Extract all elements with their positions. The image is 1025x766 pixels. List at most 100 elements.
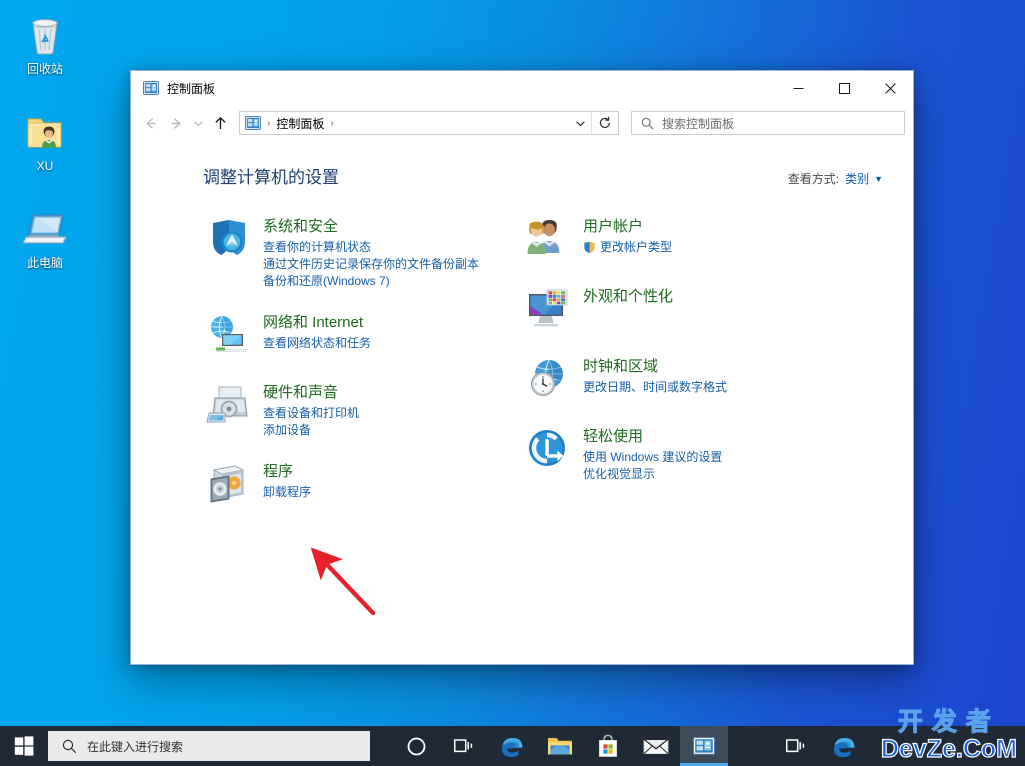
windows-start-icon bbox=[14, 736, 34, 756]
taskbar-search-box[interactable]: 在此键入进行搜索 bbox=[48, 731, 370, 761]
category-title[interactable]: 用户帐户 bbox=[583, 217, 672, 236]
appearance-personalization-icon bbox=[523, 286, 571, 334]
category-appearance-personalization: 外观和个性化 bbox=[523, 286, 843, 334]
desktop-icon-recycle-bin[interactable]: 回收站 bbox=[6, 8, 84, 77]
programs-cd-box-icon bbox=[203, 461, 251, 509]
category-body: 硬件和声音 查看设备和打印机 添加设备 bbox=[263, 382, 359, 439]
category-link[interactable]: 添加设备 bbox=[263, 422, 359, 439]
category-body: 时钟和区域 更改日期、时间或数字格式 bbox=[583, 356, 727, 404]
forward-button[interactable] bbox=[163, 110, 189, 136]
navigation-toolbar: › 控制面板 › 搜索控制面板 bbox=[131, 105, 913, 141]
category-link[interactable]: 查看设备和打印机 bbox=[263, 405, 359, 422]
search-box[interactable]: 搜索控制面板 bbox=[631, 111, 905, 135]
close-icon bbox=[884, 82, 896, 94]
task-view-icon bbox=[786, 739, 805, 753]
address-dropdown-button[interactable] bbox=[569, 112, 591, 134]
category-link-text: 查看你的计算机状态 bbox=[263, 240, 372, 254]
page-title: 调整计算机的设置 bbox=[203, 168, 339, 187]
control-panel-window: 控制面板 › 控制面板 › 搜索控制面板 调整计算机的设置 查看方式: 类别 ▼… bbox=[130, 70, 914, 665]
category-title[interactable]: 轻松使用 bbox=[583, 427, 722, 446]
category-link[interactable]: 更改日期、时间或数字格式 bbox=[583, 379, 727, 396]
taskbar-search-input[interactable]: 在此键入进行搜索 bbox=[87, 738, 183, 755]
category-link[interactable]: 通过文件历史记录保存你的文件备份副本 bbox=[263, 256, 479, 273]
category-title[interactable]: 网络和 Internet bbox=[263, 313, 371, 332]
maximize-icon bbox=[838, 82, 850, 94]
microsoft-store-icon bbox=[598, 734, 618, 757]
category-link[interactable]: 查看你的计算机状态 bbox=[263, 239, 479, 256]
taskbar-task-view-button-2[interactable] bbox=[772, 726, 820, 766]
minimize-button[interactable] bbox=[775, 71, 821, 105]
desktop-icon-label: XU bbox=[36, 159, 54, 173]
category-title[interactable]: 外观和个性化 bbox=[583, 287, 673, 306]
category-link[interactable]: 备份和还原(Windows 7) bbox=[263, 273, 479, 290]
system-security-shield-icon bbox=[203, 216, 251, 264]
content-header: 调整计算机的设置 查看方式: 类别 ▼ bbox=[203, 163, 883, 188]
category-link[interactable]: 卸载程序 bbox=[263, 484, 311, 501]
category-link[interactable]: 更改帐户类型 bbox=[583, 239, 672, 256]
annotation-arrow bbox=[310, 547, 376, 616]
category-columns: 系统和安全 查看你的计算机状态 通过文件历史记录保存你的文件备份副本 备份和还原… bbox=[203, 216, 883, 531]
taskbar-edge-button[interactable] bbox=[488, 726, 536, 766]
taskbar-mail-button[interactable] bbox=[632, 726, 680, 766]
category-link-text: 查看网络状态和任务 bbox=[263, 336, 372, 350]
category-link-text: 添加设备 bbox=[263, 423, 312, 437]
desktop-icon-user-folder[interactable]: XU bbox=[6, 105, 84, 174]
close-button[interactable] bbox=[867, 71, 913, 105]
back-button[interactable] bbox=[137, 110, 163, 136]
start-button[interactable] bbox=[0, 726, 48, 766]
recent-locations-button[interactable] bbox=[189, 110, 207, 136]
up-button[interactable] bbox=[207, 110, 233, 136]
view-by-label: 查看方式: bbox=[787, 172, 840, 186]
category-link[interactable]: 优化视觉显示 bbox=[583, 466, 722, 483]
forward-arrow-icon bbox=[171, 117, 181, 129]
taskbar-store-button[interactable] bbox=[584, 726, 632, 766]
taskbar-edge-button-2[interactable] bbox=[820, 726, 868, 766]
category-body: 轻松使用 使用 Windows 建议的设置 优化视觉显示 bbox=[583, 426, 722, 483]
desktop-icon-label: 此电脑 bbox=[26, 256, 63, 270]
category-title[interactable]: 时钟和区域 bbox=[583, 357, 727, 376]
address-bar[interactable]: › 控制面板 › bbox=[239, 111, 619, 135]
category-title[interactable]: 系统和安全 bbox=[263, 217, 479, 236]
taskbar-task-view-button[interactable] bbox=[440, 726, 488, 766]
category-body: 网络和 Internet 查看网络状态和任务 bbox=[263, 312, 371, 360]
category-link[interactable]: 查看网络状态和任务 bbox=[263, 335, 371, 352]
recycle-bin-icon bbox=[6, 8, 84, 56]
window-title: 控制面板 bbox=[167, 81, 216, 96]
taskbar-control-panel-button[interactable] bbox=[680, 726, 728, 766]
edge-browser-icon bbox=[501, 737, 522, 757]
category-title[interactable]: 硬件和声音 bbox=[263, 383, 359, 402]
search-input[interactable]: 搜索控制面板 bbox=[662, 115, 734, 132]
view-by-value[interactable]: 类别 bbox=[845, 170, 869, 187]
maximize-button[interactable] bbox=[821, 71, 867, 105]
breadcrumb-separator-2[interactable]: › bbox=[324, 118, 339, 129]
hardware-sound-printer-icon bbox=[203, 382, 251, 430]
desktop-icon-label: 回收站 bbox=[26, 62, 63, 76]
breadcrumb: › 控制面板 › bbox=[240, 115, 340, 132]
category-link-text: 更改帐户类型 bbox=[600, 240, 673, 254]
category-body: 用户帐户 更改帐户类型 bbox=[583, 216, 672, 264]
category-body: 程序 卸载程序 bbox=[263, 461, 311, 509]
uac-shield-icon bbox=[584, 241, 595, 254]
category-link-text: 通过文件历史记录保存你的文件备份副本 bbox=[263, 257, 480, 271]
category-link-text: 优化视觉显示 bbox=[583, 467, 656, 481]
taskbar-cortana-button[interactable] bbox=[392, 726, 440, 766]
up-arrow-icon bbox=[214, 116, 226, 129]
category-column-right: 用户帐户 更改帐户类型 外观和个性化 时钟和区域 更改日期、时间或数字格式 轻松… bbox=[523, 216, 843, 531]
desktop-icon-this-pc[interactable]: 此电脑 bbox=[6, 202, 84, 271]
category-link[interactable]: 使用 Windows 建议的设置 bbox=[583, 449, 722, 466]
file-explorer-icon bbox=[548, 738, 572, 755]
category-column-left: 系统和安全 查看你的计算机状态 通过文件历史记录保存你的文件备份副本 备份和还原… bbox=[203, 216, 523, 531]
task-view-icon bbox=[454, 739, 473, 753]
mail-icon bbox=[643, 738, 669, 754]
user-folder-icon bbox=[6, 105, 84, 153]
breadcrumb-item-control-panel[interactable]: 控制面板 bbox=[276, 115, 324, 132]
desktop: 回收站 XU 此电脑 控制面板 › 控制面板 › 搜索控制面板 调整计算机的设置… bbox=[0, 0, 1025, 766]
view-by-control: 查看方式: 类别 ▼ bbox=[788, 170, 883, 187]
refresh-button[interactable] bbox=[592, 112, 618, 134]
breadcrumb-separator: › bbox=[267, 117, 271, 129]
taskbar-file-explorer-button[interactable] bbox=[536, 726, 584, 766]
category-title[interactable]: 程序 bbox=[263, 462, 311, 481]
chevron-down-icon[interactable]: ▼ bbox=[874, 174, 883, 184]
window-titlebar[interactable]: 控制面板 bbox=[131, 71, 913, 105]
category-ease-of-access: 轻松使用 使用 Windows 建议的设置 优化视觉显示 bbox=[523, 426, 843, 483]
